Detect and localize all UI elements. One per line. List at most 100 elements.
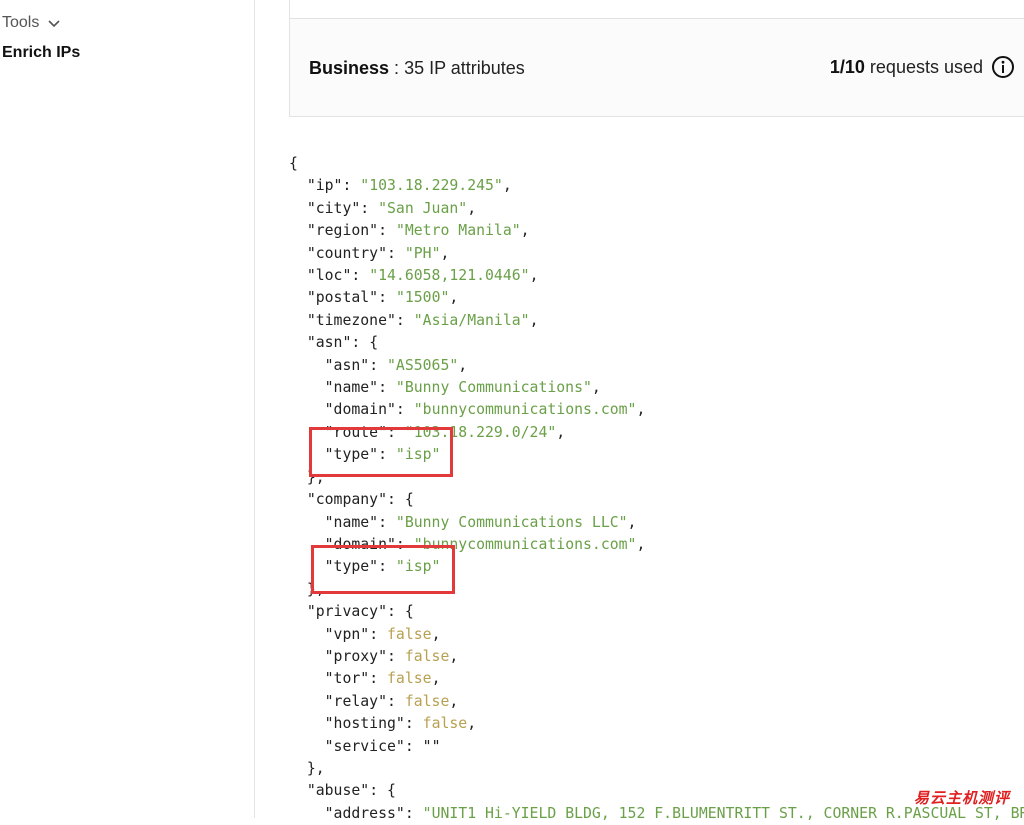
json-punctuation: , bbox=[432, 626, 441, 643]
json-key: "address" bbox=[325, 805, 405, 822]
json-string-value: "Asia/Manila" bbox=[414, 312, 530, 329]
json-punctuation: : bbox=[387, 245, 405, 262]
json-key: "postal" bbox=[307, 289, 378, 306]
plan-attributes: 35 IP attributes bbox=[404, 58, 525, 78]
json-punctuation: , bbox=[440, 245, 449, 262]
json-string-value: "AS5065" bbox=[387, 357, 458, 374]
json-boolean-value: false bbox=[387, 670, 432, 687]
json-line: "domain": "bunnycommunications.com", bbox=[289, 399, 1024, 421]
json-punctuation bbox=[289, 245, 307, 262]
json-key: "service" bbox=[325, 738, 405, 755]
panel-top-border bbox=[289, 0, 1024, 19]
json-line: "privacy": { bbox=[289, 601, 1024, 623]
json-punctuation bbox=[289, 805, 325, 822]
json-line: "relay": false, bbox=[289, 691, 1024, 713]
json-key: "city" bbox=[307, 200, 360, 217]
json-punctuation: , bbox=[449, 289, 458, 306]
json-string-value: "PH" bbox=[405, 245, 441, 262]
json-punctuation: : { bbox=[387, 603, 414, 620]
json-string-value: "San Juan" bbox=[378, 200, 467, 217]
highlight-box-asn-type bbox=[309, 427, 453, 477]
json-punctuation bbox=[289, 715, 325, 732]
requests-usage: 1/10 requests used bbox=[830, 55, 1015, 79]
json-punctuation: : bbox=[396, 401, 414, 418]
json-boolean-value: false bbox=[405, 693, 450, 710]
json-line: "asn": { bbox=[289, 332, 1024, 354]
json-punctuation bbox=[289, 357, 325, 374]
json-punctuation bbox=[289, 379, 325, 396]
sidebar: Tools Enrich IPs bbox=[0, 0, 255, 818]
json-line: "tor": false, bbox=[289, 668, 1024, 690]
json-line: "service": "" bbox=[289, 736, 1024, 758]
json-punctuation: , bbox=[458, 357, 467, 374]
json-key: "name" bbox=[325, 514, 378, 531]
json-string-value: "Bunny Communications LLC" bbox=[396, 514, 628, 531]
json-key: "asn" bbox=[325, 357, 370, 374]
sidebar-item-enrich-ips[interactable]: Enrich IPs bbox=[2, 44, 80, 62]
json-line: "vpn": false, bbox=[289, 624, 1024, 646]
json-punctuation: : { bbox=[351, 334, 378, 351]
json-key: "hosting" bbox=[325, 715, 405, 732]
plan-tier: Business bbox=[309, 58, 389, 78]
json-punctuation: , bbox=[521, 222, 530, 239]
json-punctuation: : bbox=[369, 626, 387, 643]
json-punctuation bbox=[289, 312, 307, 329]
json-string-value: "14.6058,121.0446" bbox=[369, 267, 529, 284]
json-punctuation: : bbox=[369, 670, 387, 687]
json-key: "region" bbox=[307, 222, 378, 239]
json-punctuation: , bbox=[628, 514, 637, 531]
json-punctuation: : bbox=[396, 312, 414, 329]
json-punctuation: , bbox=[636, 401, 645, 418]
highlight-box-company-type bbox=[311, 545, 455, 594]
tools-label: Tools bbox=[2, 14, 39, 32]
json-key: "vpn" bbox=[325, 626, 370, 643]
json-punctuation: : bbox=[360, 200, 378, 217]
json-line: "proxy": false, bbox=[289, 646, 1024, 668]
json-punctuation bbox=[289, 177, 307, 194]
json-punctuation: : bbox=[405, 715, 423, 732]
json-punctuation: : bbox=[369, 357, 387, 374]
json-punctuation: : bbox=[378, 222, 396, 239]
json-punctuation: }, bbox=[289, 760, 325, 777]
json-string-value: "Metro Manila" bbox=[396, 222, 521, 239]
json-punctuation: : bbox=[378, 379, 396, 396]
json-line: { bbox=[289, 153, 1024, 175]
json-key: "privacy" bbox=[307, 603, 387, 620]
json-punctuation bbox=[289, 289, 307, 306]
json-key: "loc" bbox=[307, 267, 352, 284]
json-string-value: "Bunny Communications" bbox=[396, 379, 592, 396]
json-key: "timezone" bbox=[307, 312, 396, 329]
json-string-value: "1500" bbox=[396, 289, 449, 306]
info-icon[interactable] bbox=[991, 55, 1015, 79]
json-punctuation bbox=[289, 222, 307, 239]
json-line: }, bbox=[289, 758, 1024, 780]
chevron-down-icon bbox=[47, 16, 61, 30]
json-punctuation: , bbox=[556, 424, 565, 441]
json-punctuation bbox=[289, 514, 325, 531]
tools-section-toggle[interactable]: Tools bbox=[2, 12, 61, 34]
json-punctuation: , bbox=[449, 693, 458, 710]
json-line: "company": { bbox=[289, 489, 1024, 511]
json-punctuation: : bbox=[405, 805, 423, 822]
json-response-viewer: { "ip": "103.18.229.245", "city": "San J… bbox=[289, 153, 1024, 825]
json-punctuation: : bbox=[405, 738, 423, 755]
json-punctuation: : { bbox=[369, 782, 396, 799]
json-punctuation: : bbox=[342, 177, 360, 194]
json-line: "region": "Metro Manila", bbox=[289, 220, 1024, 242]
json-punctuation bbox=[289, 334, 307, 351]
json-boolean-value: false bbox=[405, 648, 450, 665]
json-line: "name": "Bunny Communications", bbox=[289, 377, 1024, 399]
json-line: "timezone": "Asia/Manila", bbox=[289, 310, 1024, 332]
json-punctuation: : bbox=[387, 648, 405, 665]
json-key: "tor" bbox=[325, 670, 370, 687]
json-punctuation: : bbox=[351, 267, 369, 284]
json-line: "postal": "1500", bbox=[289, 287, 1024, 309]
json-key: "company" bbox=[307, 491, 387, 508]
json-line: "ip": "103.18.229.245", bbox=[289, 175, 1024, 197]
json-punctuation: , bbox=[467, 715, 476, 732]
json-key: "name" bbox=[325, 379, 378, 396]
plan-summary-bar: Business : 35 IP attributes 1/10 request… bbox=[289, 19, 1024, 117]
json-punctuation: , bbox=[530, 267, 539, 284]
json-punctuation: , bbox=[467, 200, 476, 217]
requests-used-count: 1/10 bbox=[830, 57, 865, 77]
